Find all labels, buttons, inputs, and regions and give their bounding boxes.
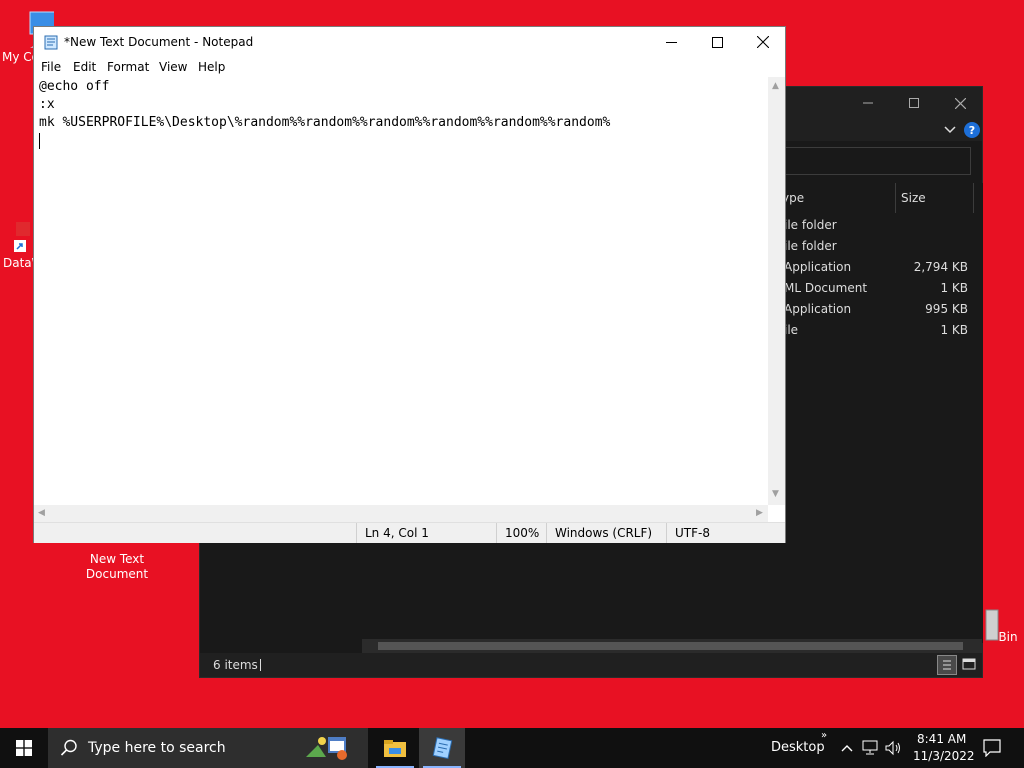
- close-button[interactable]: [740, 27, 786, 57]
- item-count: 6 items: [213, 658, 258, 672]
- menu-bar: File Edit Format View Help: [34, 57, 785, 77]
- search-placeholder: Type here to search: [88, 740, 226, 756]
- taskbar-notepad[interactable]: [419, 728, 465, 768]
- maximize-icon: [909, 98, 919, 108]
- desktop-icon-new-text-document[interactable]: New Text Document: [82, 540, 152, 582]
- menu-view[interactable]: View: [159, 57, 187, 77]
- file-type: Application: [784, 260, 852, 274]
- notepad-window[interactable]: *New Text Document - Notepad File Edit F…: [33, 26, 786, 543]
- text-line: mk %USERPROFILE%\Desktop\%random%%random…: [39, 115, 611, 130]
- column-separator[interactable]: [895, 183, 896, 213]
- taskbar: Type here to search Desktop » 8:41 AM 11…: [0, 728, 1024, 768]
- search-box[interactable]: [785, 147, 971, 175]
- horizontal-scrollbar[interactable]: [362, 639, 982, 653]
- notification-center-icon[interactable]: [983, 739, 1001, 757]
- file-size: 1 KB: [940, 281, 968, 295]
- scroll-left-icon[interactable]: ◀: [38, 508, 45, 518]
- file-type: ile folder: [784, 239, 837, 253]
- scroll-right-icon[interactable]: ▶: [756, 508, 763, 518]
- menu-edit[interactable]: Edit: [73, 57, 96, 77]
- details-view-button[interactable]: [937, 655, 957, 675]
- clock-date[interactable]: 11/3/2022: [913, 749, 975, 763]
- taskbar-search-box[interactable]: Type here to search: [48, 728, 368, 768]
- desktop-toolbar-label[interactable]: Desktop: [771, 740, 825, 755]
- news-widget-icon[interactable]: [304, 731, 352, 765]
- svg-text:?: ?: [969, 124, 975, 137]
- notepad-status-bar: Ln 4, Col 1 100% Windows (CRLF) UTF-8: [34, 522, 785, 543]
- horizontal-scrollbar[interactable]: ◀ ▶: [34, 505, 768, 522]
- zoom-level: 100%: [496, 523, 546, 543]
- window-title: *New Text Document - Notepad: [64, 35, 254, 49]
- column-separator[interactable]: [973, 183, 974, 213]
- file-size: 2,794 KB: [913, 260, 968, 274]
- close-icon: [757, 36, 769, 48]
- maximize-button[interactable]: [694, 27, 740, 57]
- minimize-icon: [863, 102, 873, 104]
- details-view-icon: [943, 660, 951, 670]
- status-divider: [260, 659, 261, 671]
- scroll-down-icon[interactable]: ▼: [772, 489, 779, 499]
- column-header-size[interactable]: Size: [901, 183, 926, 213]
- menu-format[interactable]: Format: [107, 57, 149, 77]
- shortcut-icon: [14, 222, 30, 252]
- minimize-button[interactable]: [648, 27, 694, 57]
- large-icons-view-icon: [962, 658, 976, 670]
- minimize-button[interactable]: [845, 87, 891, 119]
- notepad-icon: [432, 737, 453, 759]
- start-button[interactable]: [0, 728, 48, 768]
- windows-logo-icon: [16, 740, 32, 756]
- file-type: ile: [784, 323, 799, 337]
- network-icon[interactable]: [862, 740, 880, 756]
- minimize-icon: [665, 41, 677, 43]
- menu-help[interactable]: Help: [198, 57, 225, 77]
- chevron-down-icon[interactable]: [944, 125, 956, 135]
- toolbar-overflow-icon[interactable]: »: [821, 730, 827, 741]
- file-size: 1 KB: [940, 323, 968, 337]
- menu-file[interactable]: File: [41, 57, 61, 77]
- text-editor[interactable]: @echo off :x mk %USERPROFILE%\Desktop\%r…: [34, 77, 768, 505]
- explorer-status-bar: 6 items: [200, 653, 982, 677]
- maximize-icon: [711, 36, 723, 48]
- text-line: @echo off: [39, 79, 110, 94]
- desktop-icon-recycle-bin[interactable]: Bin: [978, 600, 1024, 645]
- file-type: Application: [784, 302, 852, 316]
- notepad-icon: [44, 35, 58, 50]
- vertical-scrollbar[interactable]: ▲ ▼: [768, 77, 785, 505]
- scroll-up-icon[interactable]: ▲: [772, 81, 779, 91]
- file-type: ile folder: [784, 218, 837, 232]
- desktop-icon-label: New Text Document: [85, 552, 149, 581]
- line-ending: Windows (CRLF): [546, 523, 666, 543]
- taskbar-file-explorer[interactable]: [372, 728, 418, 768]
- search-icon: [60, 739, 77, 756]
- clock-time[interactable]: 8:41 AM: [917, 732, 966, 746]
- cursor-position: Ln 4, Col 1: [356, 523, 496, 543]
- folder-icon: [384, 740, 406, 757]
- file-type: ML Document: [784, 281, 868, 295]
- scrollbar-thumb[interactable]: [378, 642, 963, 650]
- text-line: :x: [39, 97, 55, 112]
- volume-icon[interactable]: [885, 740, 903, 756]
- large-icons-view-button[interactable]: [960, 655, 980, 675]
- close-icon: [954, 97, 966, 109]
- desktop-icon-label: Bin: [998, 630, 1018, 644]
- file-size: 995 KB: [925, 302, 968, 316]
- chevron-up-icon[interactable]: [841, 743, 853, 753]
- notepad-titlebar[interactable]: *New Text Document - Notepad: [34, 27, 785, 57]
- close-button[interactable]: [937, 87, 983, 119]
- text-caret: [39, 133, 40, 149]
- maximize-button[interactable]: [891, 87, 937, 119]
- help-icon[interactable]: ?: [964, 122, 980, 138]
- encoding: UTF-8: [666, 523, 766, 543]
